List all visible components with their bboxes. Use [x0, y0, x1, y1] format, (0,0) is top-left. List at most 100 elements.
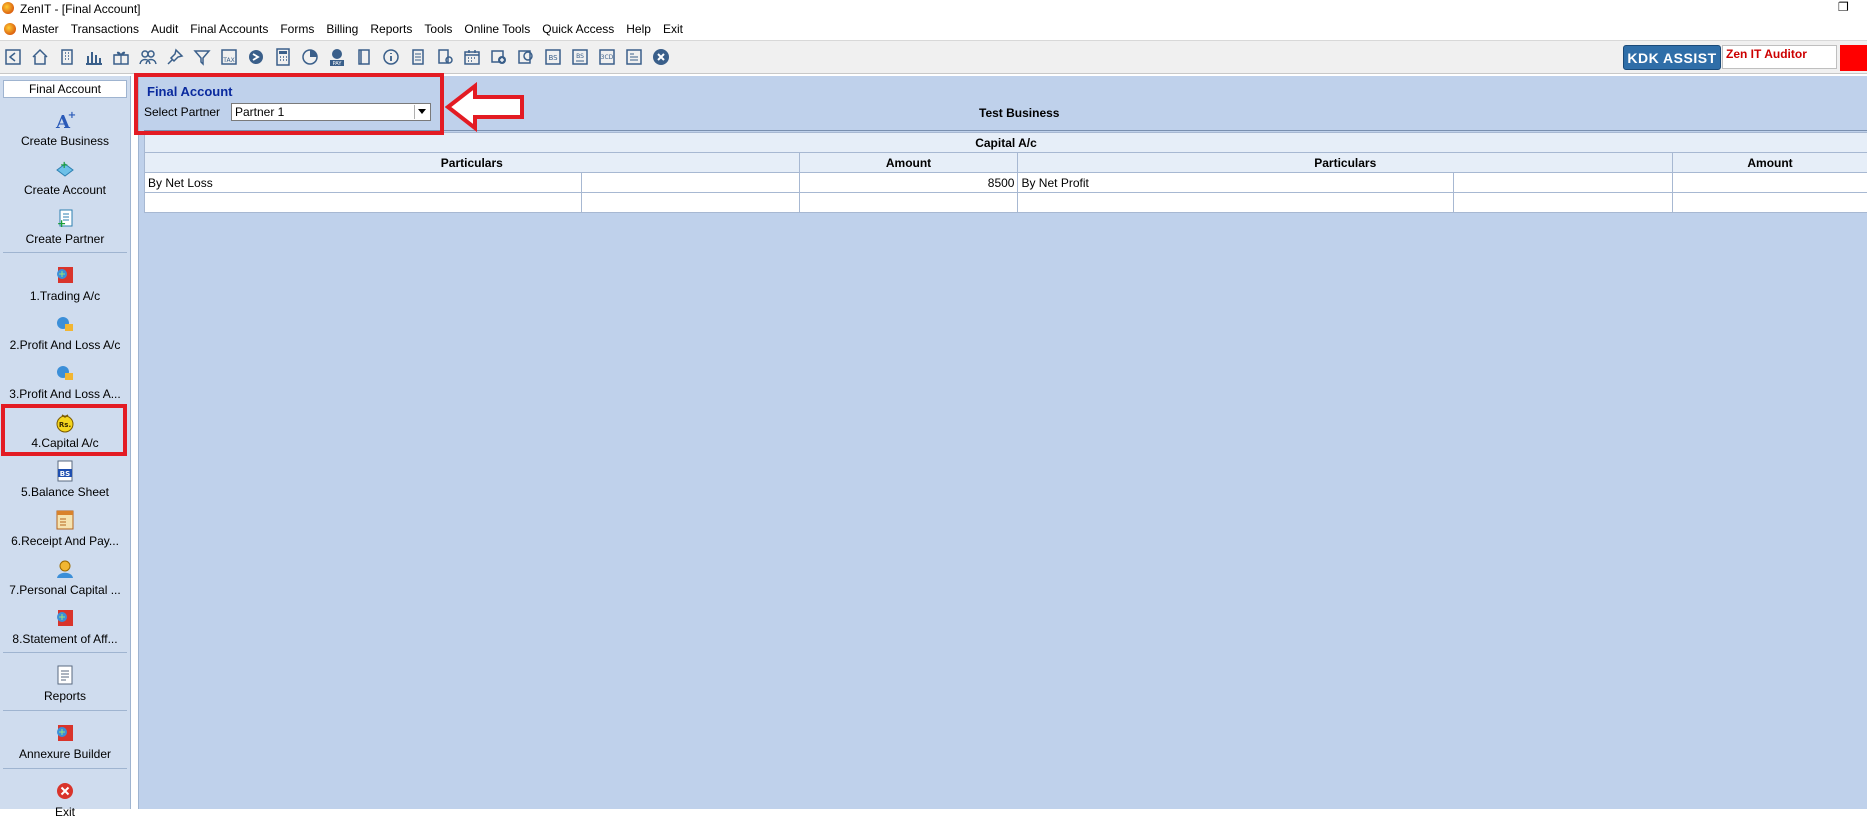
business-name: Test Business: [979, 106, 1059, 120]
partner-dropdown[interactable]: Partner 1: [231, 103, 431, 121]
table-cell[interactable]: 8500: [799, 173, 1018, 193]
table-cell[interactable]: [581, 173, 799, 193]
user-doc-icon[interactable]: [434, 46, 456, 68]
menu-bar: Master Transactions Audit Final Accounts…: [0, 19, 1867, 39]
menu-exit[interactable]: Exit: [663, 22, 683, 36]
gift-icon[interactable]: [110, 46, 132, 68]
sidebar-item-balance-sheet[interactable]: BS 5.Balance Sheet: [3, 460, 127, 499]
trading-icon: [54, 264, 76, 286]
sidebar-item-exit[interactable]: Exit: [3, 780, 127, 819]
svg-text:BS: BS: [576, 53, 584, 60]
select-partner-label: Select Partner: [144, 105, 220, 119]
calculator-icon[interactable]: [272, 46, 294, 68]
main-panel: Final Account Select Partner Partner 1 T…: [138, 76, 1867, 809]
table-cell[interactable]: [145, 193, 582, 213]
statement-icon: [54, 607, 76, 629]
document-icon[interactable]: [407, 46, 429, 68]
toolbar: TAX PAY BS BS 3CD KDK ASSIST Zen IT Audi…: [0, 40, 1867, 74]
annexure-icon: [54, 722, 76, 744]
alert-indicator: [1840, 45, 1867, 71]
book-icon[interactable]: [353, 46, 375, 68]
column-header: Particulars: [1018, 153, 1673, 173]
annotation-arrow-icon: [445, 82, 525, 132]
reports-icon: [54, 664, 76, 686]
receipt-icon: [54, 509, 76, 531]
profit-loss-icon: [54, 313, 76, 335]
table-row[interactable]: [145, 193, 1867, 213]
arrow-circle-icon[interactable]: [245, 46, 267, 68]
svg-text:+: +: [57, 217, 66, 229]
create-partner-icon: +: [54, 207, 76, 229]
capital-account-table: Capital A/c Particulars Amount Particula…: [144, 132, 1867, 213]
menu-forms[interactable]: Forms: [280, 22, 314, 36]
sidebar-item-profit-loss-2[interactable]: 3.Profit And Loss A...: [3, 362, 127, 401]
menu-billing[interactable]: Billing: [326, 22, 358, 36]
exit-icon: [54, 780, 76, 802]
info-icon[interactable]: [380, 46, 402, 68]
menu-audit[interactable]: Audit: [151, 22, 178, 36]
close-circle-icon[interactable]: [650, 46, 672, 68]
sidebar: Final Account A+ Create Business + Creat…: [0, 76, 131, 809]
sidebar-item-create-partner[interactable]: + Create Partner: [3, 207, 127, 246]
table-cell[interactable]: [1454, 173, 1673, 193]
menu-final-accounts[interactable]: Final Accounts: [190, 22, 268, 36]
3cd-icon[interactable]: 3CD: [596, 46, 618, 68]
table-cell[interactable]: [581, 193, 799, 213]
table-row[interactable]: By Net Loss 8500 By Net Profit: [145, 173, 1867, 193]
profit-loss-icon: [54, 362, 76, 384]
bs-icon[interactable]: BS: [542, 46, 564, 68]
sidebar-item-personal-capital[interactable]: 7.Personal Capital ...: [3, 558, 127, 597]
svg-text:3CD: 3CD: [601, 54, 614, 61]
menu-online-tools[interactable]: Online Tools: [464, 22, 530, 36]
app-menu-icon[interactable]: [4, 23, 16, 35]
pin-icon[interactable]: [164, 46, 186, 68]
refresh-doc-icon[interactable]: [515, 46, 537, 68]
menu-tools[interactable]: Tools: [424, 22, 452, 36]
sidebar-item-annexure-builder[interactable]: Annexure Builder: [3, 722, 127, 761]
table-cell[interactable]: [1673, 173, 1867, 193]
table-cell[interactable]: By Net Loss: [145, 173, 582, 193]
partner-dropdown-value: Partner 1: [235, 105, 284, 119]
personal-capital-icon: [54, 558, 76, 580]
table-cell[interactable]: [799, 193, 1018, 213]
restore-window-icon[interactable]: ❐: [1838, 0, 1849, 14]
bs-doc-icon[interactable]: BS: [569, 46, 591, 68]
sidebar-item-create-account[interactable]: + Create Account: [3, 158, 127, 197]
auditor-label: Zen IT Auditor: [1722, 45, 1837, 69]
pie-icon[interactable]: [299, 46, 321, 68]
menu-quick-access[interactable]: Quick Access: [542, 22, 614, 36]
sidebar-item-receipt-payment[interactable]: 6.Receipt And Pay...: [3, 509, 127, 548]
sidebar-item-statement-affairs[interactable]: 8.Statement of Aff...: [3, 607, 127, 646]
sidebar-item-capital[interactable]: Rs. 4.Capital A/c: [3, 411, 127, 450]
form-icon[interactable]: [623, 46, 645, 68]
column-header: Amount: [799, 153, 1018, 173]
home-icon[interactable]: [29, 46, 51, 68]
chevron-down-icon[interactable]: [414, 105, 429, 119]
menu-transactions[interactable]: Transactions: [71, 22, 139, 36]
add-circle-icon[interactable]: [488, 46, 510, 68]
title-bar: ZenIT - [Final Account] ❐: [0, 0, 1867, 18]
menu-reports[interactable]: Reports: [370, 22, 412, 36]
menu-master[interactable]: Master: [22, 22, 59, 36]
table-cell[interactable]: By Net Profit: [1018, 173, 1454, 193]
bar-chart-icon[interactable]: [83, 46, 105, 68]
sidebar-item-reports[interactable]: Reports: [3, 664, 127, 703]
menu-help[interactable]: Help: [626, 22, 651, 36]
sidebar-item-trading[interactable]: 1.Trading A/c: [3, 264, 127, 303]
tax-icon[interactable]: TAX: [218, 46, 240, 68]
divider: [144, 130, 1867, 131]
table-cell[interactable]: [1673, 193, 1867, 213]
calendar-icon[interactable]: [461, 46, 483, 68]
users-icon[interactable]: [137, 46, 159, 68]
svg-text:+: +: [68, 110, 76, 121]
filter-icon[interactable]: [191, 46, 213, 68]
kdk-assist-button[interactable]: KDK ASSIST: [1623, 45, 1721, 70]
table-cell[interactable]: [1018, 193, 1454, 213]
sidebar-item-profit-loss[interactable]: 2.Profit And Loss A/c: [3, 313, 127, 352]
table-cell[interactable]: [1454, 193, 1673, 213]
pay-icon[interactable]: PAY: [326, 46, 348, 68]
back-icon[interactable]: [2, 46, 24, 68]
sidebar-item-create-business[interactable]: A+ Create Business: [3, 109, 127, 148]
create-account-icon: +: [54, 158, 76, 180]
building-icon[interactable]: [56, 46, 78, 68]
